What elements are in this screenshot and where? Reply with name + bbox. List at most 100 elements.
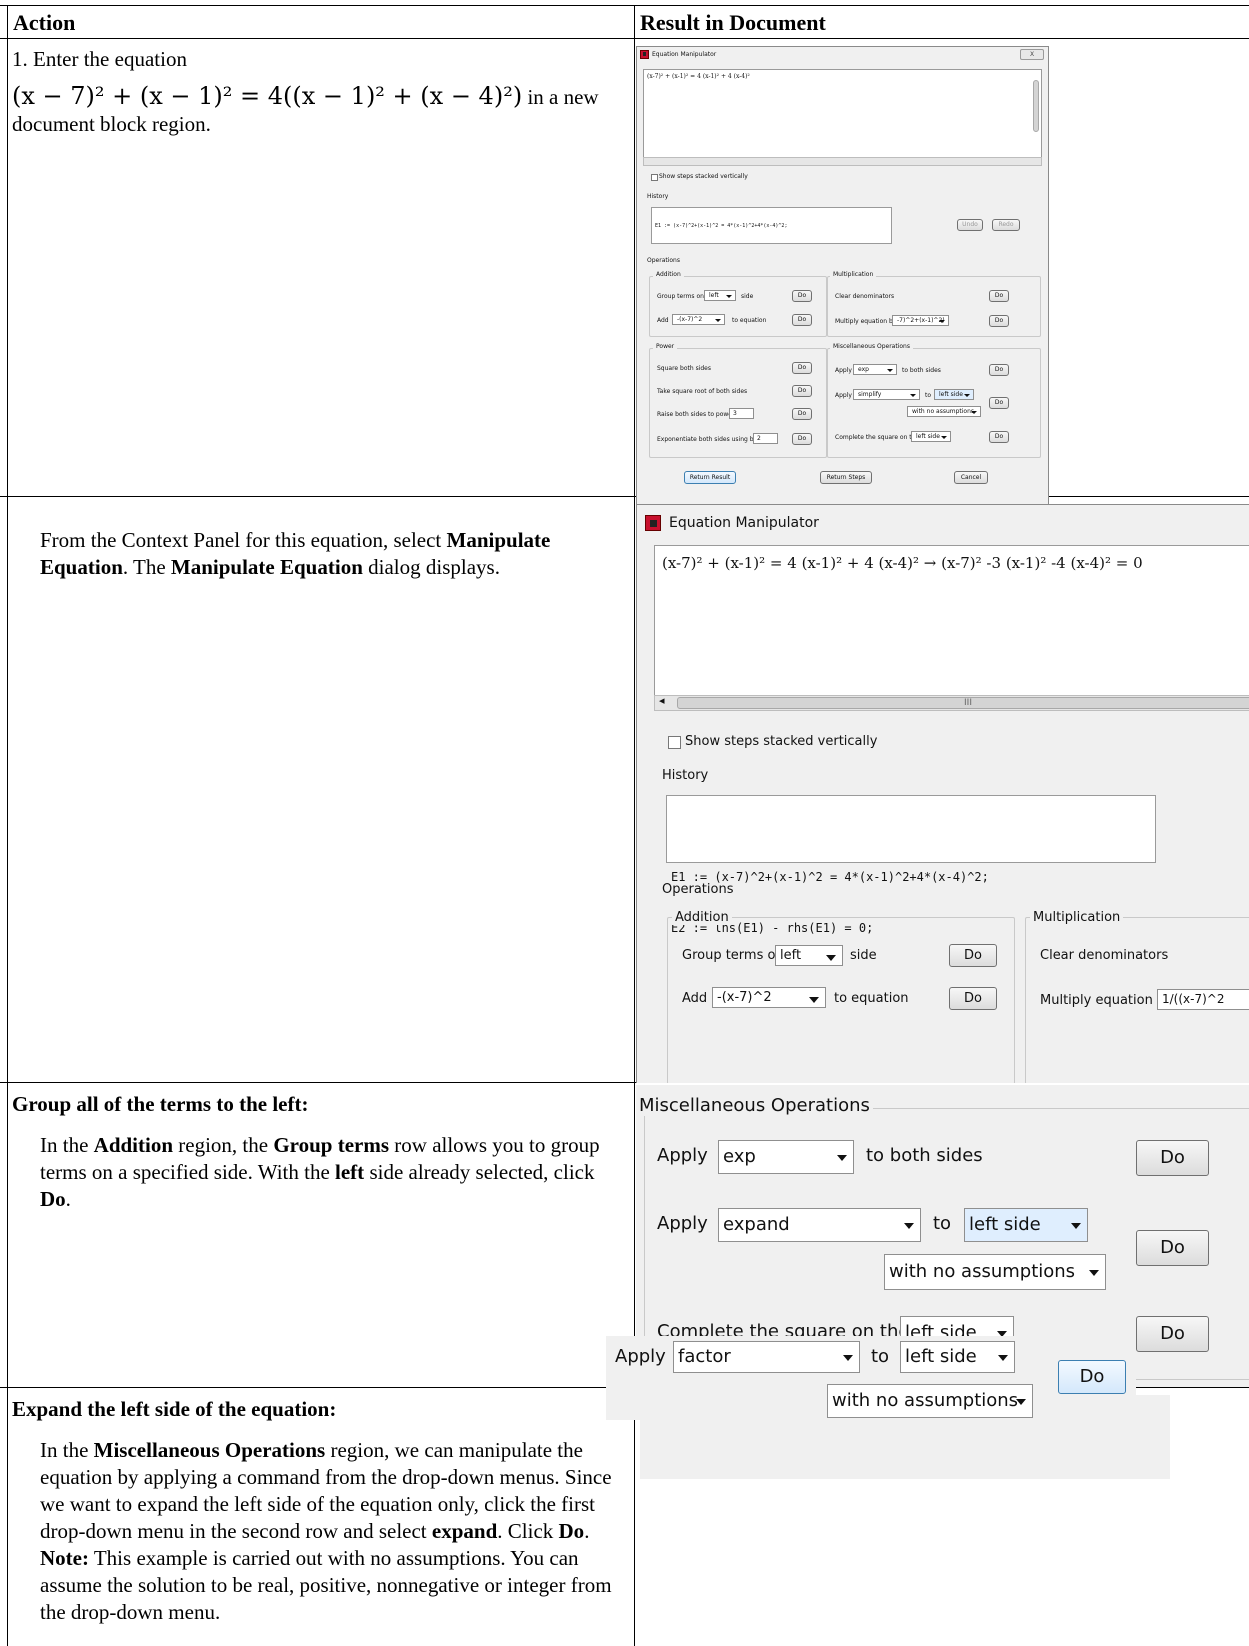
apply-command-select[interactable]: simplify — [853, 389, 920, 400]
scroll-left-arrow-icon[interactable]: ◂ — [659, 694, 665, 707]
multiply-by-label: Multiply equation by: — [835, 318, 898, 325]
apply-command-do-button[interactable]: Do — [989, 397, 1009, 409]
vertical-scrollbar[interactable] — [1033, 80, 1039, 132]
cancel-button[interactable]: Cancel — [954, 471, 988, 484]
root-do-button[interactable]: Do — [792, 385, 812, 397]
step-3-heading: Group all of the terms to the left: — [12, 1092, 309, 1116]
equation-display-large: (x-7)² + (x-1)² = 4 (x-1)² + 4 (x-4)² → … — [654, 545, 1249, 697]
apply-exp-select-panel[interactable]: exp — [718, 1140, 854, 1174]
addition-title: Addition — [653, 271, 684, 278]
show-steps-checkbox[interactable] — [651, 174, 658, 181]
side-select-factor[interactable]: left side — [900, 1341, 1015, 1373]
to-equation-label-large: to equation — [834, 991, 909, 1006]
apply-label: Apply — [835, 367, 852, 374]
show-steps-label-large: Show steps stacked vertically — [685, 734, 878, 749]
side-select[interactable]: left side — [934, 389, 974, 400]
side-select-panel[interactable]: left side — [964, 1208, 1088, 1242]
table-border-left — [7, 5, 8, 1646]
clear-denominators-do-button[interactable]: Do — [989, 290, 1009, 302]
multiplication-title-large: Multiplication — [1030, 910, 1124, 925]
table-border-top — [0, 5, 1249, 6]
return-result-button[interactable]: Return Result — [684, 471, 736, 484]
group-side-select[interactable]: left — [704, 290, 736, 301]
power-title: Power — [653, 343, 678, 350]
close-button[interactable]: X — [1020, 49, 1044, 60]
multiplication-title: Multiplication — [830, 271, 877, 278]
equation-manipulator-dialog-small: Equation Manipulator X (x-7)² + (x-1)² =… — [636, 46, 1049, 516]
apply-exp-select[interactable]: exp — [853, 364, 897, 375]
step-1-equation: (x − 7)² + (x − 1)² = 4((x − 1)² + (x − … — [12, 82, 523, 110]
to-label: to — [925, 392, 932, 399]
apply-command-label-panel: Apply — [657, 1213, 708, 1234]
horizontal-scrollbar-large[interactable]: ◂ III — [654, 694, 1249, 711]
complete-square-do-button[interactable]: Do — [989, 431, 1009, 443]
dialog-title: Equation Manipulator — [652, 50, 717, 58]
factor-do-button[interactable]: Do — [1058, 1360, 1126, 1394]
step-1-suffix: in a new — [522, 85, 599, 109]
to-both-sides-label: to both sides — [902, 367, 941, 374]
redo-button[interactable]: Redo — [992, 219, 1020, 231]
factor-panel-main: Apply factor to left side with no assump… — [606, 1336, 1136, 1420]
apply-command-select-panel[interactable]: expand — [718, 1208, 921, 1242]
table-row-divider — [0, 38, 1249, 39]
history-box[interactable]: E1 := (x-7)^2+(x-1)^2 = 4*(x-1)^2+4*(x-4… — [651, 207, 892, 244]
group-do-button-large[interactable]: Do — [949, 944, 997, 967]
square-do-button[interactable]: Do — [792, 362, 812, 374]
complete-square-do-button-panel[interactable]: Do — [1136, 1316, 1209, 1352]
misc-panel-title: Miscellaneous Operations — [636, 1095, 873, 1116]
add-do-button-large[interactable]: Do — [949, 987, 997, 1010]
apply-exp-do-button-panel[interactable]: Do — [1136, 1140, 1209, 1176]
show-steps-label: Show steps stacked vertically — [659, 173, 748, 180]
complete-side-select[interactable]: left side — [911, 431, 951, 442]
group-do-button[interactable]: Do — [792, 290, 812, 302]
show-steps-checkbox-large[interactable] — [668, 736, 681, 749]
add-do-button[interactable]: Do — [792, 314, 812, 326]
operations-label-large: Operations — [662, 882, 734, 897]
power-do-button[interactable]: Do — [792, 408, 812, 420]
group-terms-label: Group terms on — [657, 293, 704, 300]
assumptions-select-panel[interactable]: with no assumptions — [884, 1254, 1106, 1290]
multiply-value-select[interactable]: -7)^2+(x-1)^2) — [892, 315, 949, 326]
add-value-select-large[interactable]: -(x-7)^2 — [712, 987, 826, 1008]
multiplication-group — [827, 276, 1041, 337]
assumptions-select[interactable]: with no assumptions — [907, 406, 981, 417]
apply-exp-do-button[interactable]: Do — [989, 364, 1009, 376]
to-label-factor: to — [871, 1346, 890, 1367]
group-side-select-large[interactable]: left — [775, 945, 843, 966]
scroll-thumb[interactable]: III — [677, 697, 1249, 709]
side-label-large: side — [850, 948, 877, 963]
column-header-result: Result in Document — [640, 10, 826, 35]
equation-text-large: (x-7)² + (x-1)² = 4 (x-1)² + 4 (x-4)² → … — [662, 554, 1143, 572]
base-field[interactable]: 2 — [753, 433, 778, 444]
apply-label-2: Apply — [835, 392, 852, 399]
app-icon — [640, 49, 649, 59]
step-3-text: Group all of the terms to the left: 3.In… — [12, 1091, 622, 1213]
multiply-do-button[interactable]: Do — [989, 315, 1009, 327]
equation-manipulator-dialog-large: Equation Manipulator (x-7)² + (x-1)² = 4… — [636, 504, 1249, 1083]
return-steps-button[interactable]: Return Steps — [820, 471, 872, 484]
dialog-titlebar: Equation Manipulator X — [637, 47, 1048, 61]
multiply-value-select-large[interactable]: 1/((x-7)^2 — [1157, 989, 1249, 1010]
assumptions-select-factor[interactable]: with no assumptions — [827, 1384, 1033, 1418]
step-4-text: Expand the left side of the equation: 4.… — [12, 1396, 627, 1626]
horizontal-scrollbar[interactable] — [643, 157, 1042, 166]
history-label: History — [647, 193, 669, 200]
undo-button[interactable]: Undo — [957, 219, 983, 231]
addition-group — [649, 276, 827, 337]
side-label: side — [741, 293, 754, 300]
column-header-action: Action — [13, 10, 76, 35]
exponentiate-label: Exponentiate both sides using base — [657, 436, 765, 443]
history-box-large[interactable]: E1 := (x-7)^2+(x-1)^2 = 4*(x-1)^2+4*(x-4… — [666, 795, 1156, 935]
table-row-divider — [0, 496, 1249, 497]
clear-denominators-label: Clear denominators — [835, 293, 895, 300]
history-label-large: History — [662, 768, 709, 783]
equation-text: (x-7)² + (x-1)² = 4 (x-1)² + 4 (x-4)² — [647, 73, 750, 80]
exponentiate-do-button[interactable]: Do — [792, 433, 812, 445]
to-both-sides-label-panel: to both sides — [866, 1145, 983, 1166]
add-value-select[interactable]: -(x-7)^2 — [672, 314, 725, 325]
apply-factor-select[interactable]: factor — [673, 1341, 860, 1373]
apply-command-do-button-panel[interactable]: Do — [1136, 1230, 1209, 1266]
add-label-large: Add — [682, 991, 708, 1006]
step-1-intro: 1. Enter the equation — [12, 47, 187, 71]
power-field[interactable]: 3 — [729, 408, 754, 419]
